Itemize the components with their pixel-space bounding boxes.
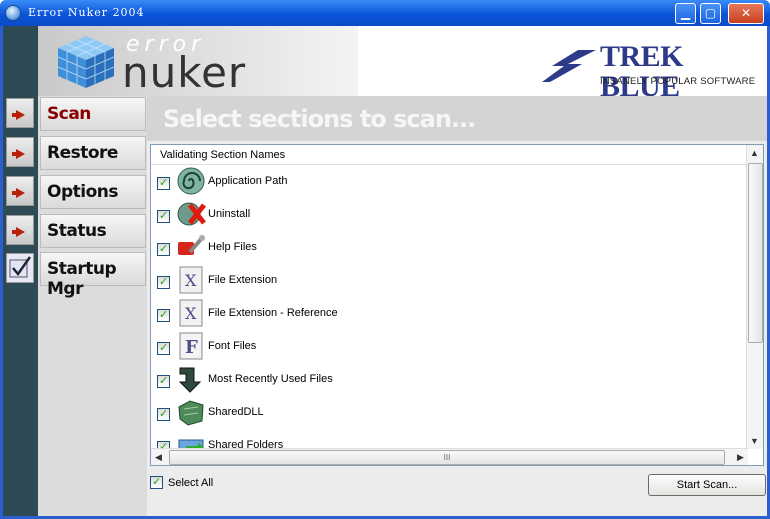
nav-icon-restore[interactable] [6, 137, 34, 167]
section-label: File Extension - Reference [208, 307, 338, 319]
nav-icon-status[interactable] [6, 215, 34, 245]
section-label: SharedDLL [208, 406, 264, 418]
section-checkbox[interactable] [157, 275, 170, 289]
section-label: Most Recently Used Files [208, 373, 333, 385]
close-button[interactable]: ✕ [728, 3, 764, 24]
list-header: Validating Section Names [151, 145, 747, 165]
list-item[interactable]: F Font Files [151, 329, 747, 362]
scroll-thumb[interactable] [748, 163, 763, 343]
section-label: File Extension [208, 274, 278, 286]
header: error nuker TREK BLUE INSANELY POPULAR S… [38, 26, 767, 102]
nav-label-restore: Restore [47, 143, 118, 163]
brand-subtitle: INSANELY POPULAR SOFTWARE [600, 76, 756, 87]
banner: Select sections to scan... [147, 96, 767, 141]
page-title: Select sections to scan... [163, 105, 476, 133]
section-checkbox[interactable] [157, 407, 170, 421]
nav-icon-startup[interactable] [6, 253, 34, 283]
maximize-button[interactable]: ▢ [700, 3, 721, 24]
minimize-button[interactable]: ▁ [675, 3, 696, 24]
maximize-icon: ▢ [704, 6, 717, 20]
list-item[interactable]: Most Recently Used Files [151, 362, 747, 395]
checkmark-icon [9, 256, 32, 278]
scroll-up-icon[interactable]: ▲ [747, 145, 762, 161]
svg-text:X: X [185, 271, 197, 290]
nav-item-scan[interactable]: Scan [40, 97, 146, 131]
scroll-down-icon[interactable]: ▼ [747, 433, 762, 449]
section-label: Font Files [208, 340, 257, 352]
section-label: Uninstall [208, 208, 251, 220]
vertical-scrollbar[interactable]: ▲ ▼ [746, 145, 763, 449]
section-checkbox[interactable] [157, 242, 170, 256]
nav-item-restore[interactable]: Restore [40, 136, 146, 170]
list-item[interactable]: X File Extension - Reference [151, 296, 747, 329]
horizontal-scrollbar[interactable]: ◀ III ▶ [151, 448, 748, 465]
select-all-checkbox[interactable]: Select All [150, 475, 270, 492]
nav-icon-options[interactable] [6, 176, 34, 206]
list-item[interactable]: Shared Folders [151, 428, 747, 449]
trek-swoosh-icon [542, 50, 596, 82]
title-bar[interactable]: Error Nuker 2004 ▁ ▢ ✕ [0, 0, 770, 26]
list-item[interactable]: Application Path [151, 164, 747, 197]
scroll-right-icon[interactable]: ▶ [733, 449, 748, 465]
logo: error nuker [38, 26, 358, 97]
list-item[interactable]: SharedDLL [151, 395, 747, 428]
file-extension-icon: X [179, 266, 203, 294]
nav-item-status[interactable]: Status [40, 214, 146, 248]
app-window: Error Nuker 2004 ▁ ▢ ✕ error nuker TREK … [0, 0, 770, 519]
arrow-right-icon [12, 110, 25, 120]
section-list[interactable]: Validating Section Names Application Pat… [150, 144, 764, 466]
select-all-box[interactable] [150, 475, 163, 489]
svg-text:F: F [185, 337, 198, 358]
minimize-icon: ▁ [680, 6, 691, 20]
svg-text:X: X [185, 304, 197, 323]
uninstall-x-icon [177, 202, 206, 226]
app-globe-icon[interactable] [5, 5, 21, 21]
scroll-left-icon[interactable]: ◀ [151, 449, 166, 465]
brand-title: TREK BLUE [600, 40, 684, 103]
start-scan-button[interactable]: Start Scan... [648, 474, 766, 496]
recent-arrow-icon [178, 367, 202, 393]
file-extension-icon: X [179, 299, 203, 327]
nav-item-startup-mgr[interactable]: Startup Mgr [40, 252, 146, 299]
section-label: Application Path [208, 175, 288, 187]
list-item[interactable]: X File Extension [151, 263, 747, 296]
list-item[interactable]: Help Files [151, 230, 747, 263]
section-checkbox[interactable] [157, 209, 170, 223]
font-file-icon: F [179, 332, 203, 360]
main-panel: Select sections to scan... Validating Se… [147, 96, 767, 516]
select-all-label: Select All [168, 477, 214, 489]
window-title: Error Nuker 2004 [28, 6, 145, 19]
help-wrench-icon [178, 235, 205, 255]
shared-dll-icon [178, 400, 204, 426]
section-checkbox[interactable] [157, 374, 170, 388]
cube-logo-icon [57, 36, 115, 88]
arrow-right-icon [12, 227, 25, 237]
shell-spiral-icon [177, 167, 205, 195]
scroll-thumb[interactable]: III [169, 450, 725, 465]
nav-label-scan: Scan [47, 104, 91, 124]
nav-label-options: Options [47, 182, 118, 202]
list-item[interactable]: Uninstall [151, 197, 747, 230]
section-checkbox[interactable] [157, 308, 170, 322]
nav-icon-scan[interactable] [6, 98, 34, 128]
close-icon: ✕ [740, 6, 752, 20]
nav-label-startup-mgr: Startup Mgr [47, 259, 117, 299]
shared-folder-icon [178, 439, 204, 449]
brand-logo: TREK BLUE INSANELY POPULAR SOFTWARE [538, 42, 763, 102]
arrow-right-icon [12, 188, 25, 198]
nav-item-options[interactable]: Options [40, 175, 146, 209]
section-checkbox[interactable] [157, 341, 170, 355]
section-label: Help Files [208, 241, 257, 253]
logo-word-nuker: nuker [122, 48, 247, 97]
section-checkbox[interactable] [157, 176, 170, 190]
nav-label-status: Status [47, 221, 107, 241]
arrow-right-icon [12, 149, 25, 159]
